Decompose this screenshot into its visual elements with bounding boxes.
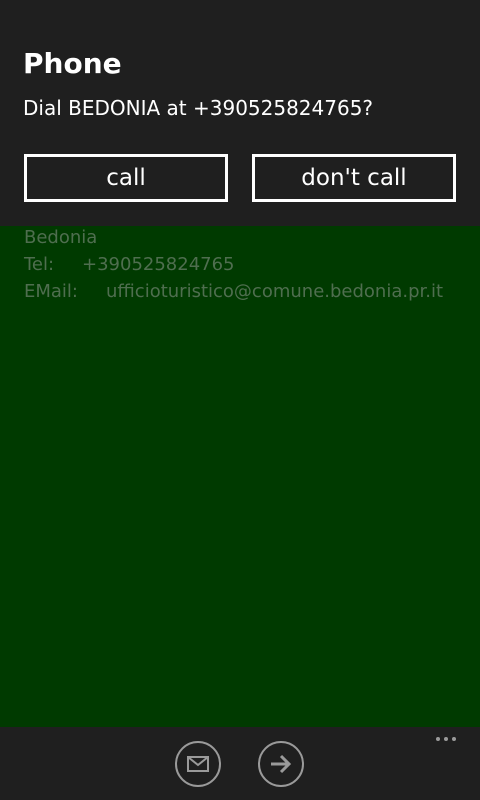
- email-label: EMail:: [24, 281, 78, 302]
- email-value[interactable]: ufficioturistico@comune.bedonia.pr.it: [106, 278, 443, 305]
- contact-email-row[interactable]: EMail: ufficioturistico@comune.bedonia.p…: [24, 278, 443, 305]
- dial-confirmation-dialog: Phone Dial BEDONIA at +390525824765? cal…: [0, 0, 480, 226]
- dont-call-button[interactable]: don't call: [252, 154, 456, 202]
- contact-tel-row[interactable]: Tel: +390525824765: [24, 251, 443, 278]
- contact-name-row: Bedonia: [24, 224, 443, 251]
- mail-button[interactable]: [175, 741, 221, 787]
- tel-label: Tel:: [24, 254, 55, 275]
- more-dot: [444, 737, 448, 741]
- more-icon[interactable]: [436, 737, 456, 741]
- tel-value[interactable]: +390525824765: [82, 251, 235, 278]
- mail-icon: [187, 756, 209, 772]
- dialog-title: Phone: [23, 47, 122, 80]
- contact-details: Bedonia Tel: +390525824765 EMail: uffici…: [24, 224, 443, 305]
- phone-screen: Bedonia Tel: +390525824765 EMail: uffici…: [0, 0, 480, 800]
- more-dot: [452, 737, 456, 741]
- call-button[interactable]: call: [24, 154, 228, 202]
- dialog-message: Dial BEDONIA at +390525824765?: [23, 96, 374, 120]
- arrow-right-icon: [271, 754, 292, 774]
- go-button[interactable]: [258, 741, 304, 787]
- application-bar: [0, 727, 480, 800]
- more-dot: [436, 737, 440, 741]
- contact-name: Bedonia: [24, 227, 98, 248]
